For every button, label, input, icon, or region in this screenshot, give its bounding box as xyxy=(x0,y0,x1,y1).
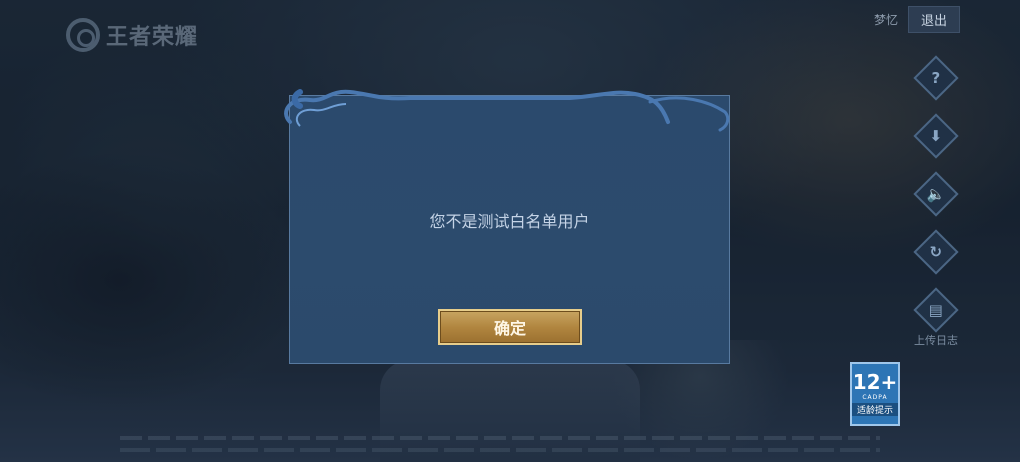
exit-button[interactable]: 退出 xyxy=(907,6,960,33)
upload-log-label: 上传日志 xyxy=(914,334,958,347)
upload-log-button[interactable]: ▤ xyxy=(913,287,959,333)
logo-emblem-icon xyxy=(66,18,100,52)
game-logo: 王者荣耀 xyxy=(66,18,198,52)
confirm-button[interactable]: 确定 xyxy=(438,309,582,345)
age-rating-badge: 12+ CADPA 适龄提示 xyxy=(850,362,900,426)
logo-text: 王者荣耀 xyxy=(106,25,199,50)
age-tip: 适龄提示 xyxy=(852,403,898,416)
footer-legal-text xyxy=(120,432,880,456)
speaker-icon: 🔈 xyxy=(926,184,946,203)
age-rating: 12+ xyxy=(852,370,898,394)
dialog-message: 您不是测试白名单用户 xyxy=(429,212,590,231)
help-icon: ? xyxy=(931,68,941,87)
repair-icon: ↻ xyxy=(929,242,943,261)
help-button[interactable]: ? xyxy=(913,55,959,101)
dream-label: 梦忆 xyxy=(873,13,898,27)
download-button[interactable]: ⬇ xyxy=(913,113,959,159)
alert-dialog: 您不是测试白名单用户 确定 xyxy=(289,95,730,364)
top-right-bar: 梦忆 退出 xyxy=(874,6,960,33)
repair-button[interactable]: ↻ xyxy=(913,229,959,275)
side-menu: ? ⬇ 🔈 ↻ ▤ 上传日志 xyxy=(913,52,959,348)
sound-button[interactable]: 🔈 xyxy=(913,171,959,217)
download-icon: ⬇ xyxy=(929,126,943,145)
age-org: CADPA xyxy=(862,394,888,401)
clipboard-icon: ▤ xyxy=(928,300,944,319)
